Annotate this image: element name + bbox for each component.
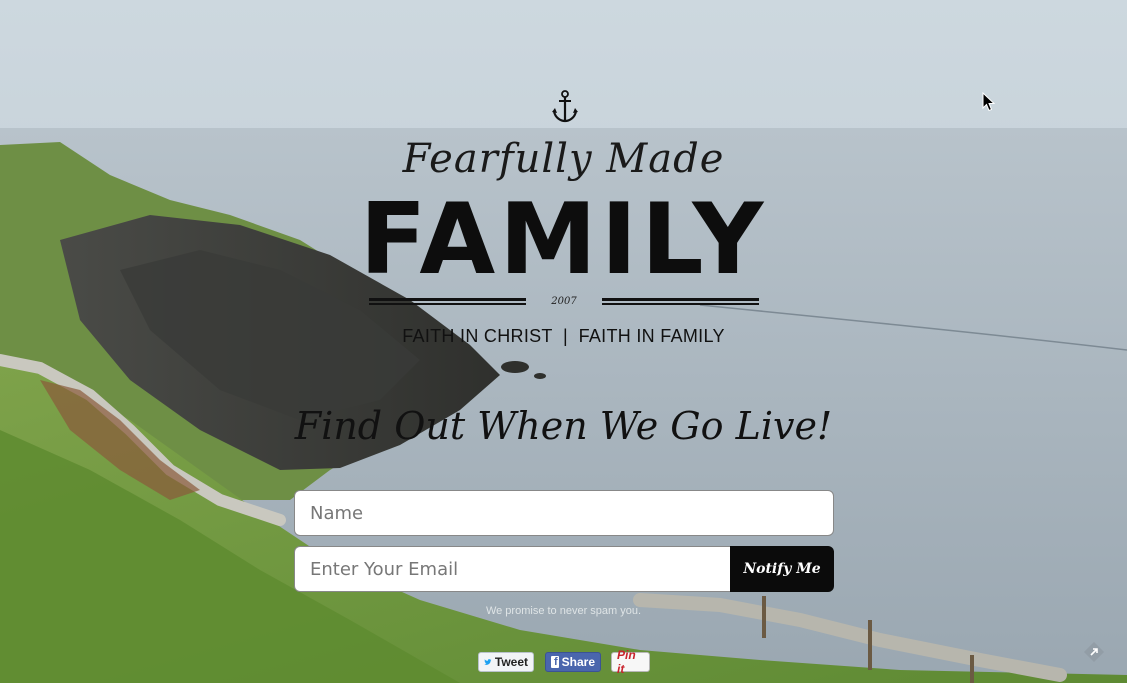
tweet-button[interactable]: Tweet (478, 652, 534, 672)
email-input[interactable] (294, 546, 732, 592)
name-input[interactable] (294, 490, 834, 536)
tweet-label: Tweet (494, 655, 528, 669)
anchor-icon (552, 90, 578, 123)
signup-heading: Find Out When We Go Live! (294, 404, 833, 448)
no-spam-note: We promise to never spam you. (485, 605, 642, 617)
tagline: FAITH IN CHRIST | FAITH IN FAMILY (402, 326, 725, 346)
twitter-bird-icon (484, 659, 492, 665)
pinterest-pin-button[interactable]: Pin it (611, 648, 650, 676)
notify-me-button[interactable]: Notify Me (730, 546, 834, 592)
site-main-title: FAMILY (359, 183, 768, 297)
facebook-share-label: Share (561, 655, 595, 669)
site-script-title: Fearfully Made (402, 136, 725, 182)
mouse-pointer-icon (982, 92, 996, 112)
founding-year: 2007 (551, 296, 577, 307)
facebook-f-icon: f (551, 656, 559, 668)
facebook-share-button[interactable]: f Share (545, 652, 601, 672)
title-rule-right (602, 298, 759, 305)
diamond-arrow-icon[interactable] (1083, 641, 1105, 663)
landing-content: Fearfully Made FAMILY 2007 FAITH IN CHRI… (0, 0, 1127, 683)
title-rule-left (369, 298, 526, 305)
pin-it-label: Pin it (617, 648, 636, 676)
